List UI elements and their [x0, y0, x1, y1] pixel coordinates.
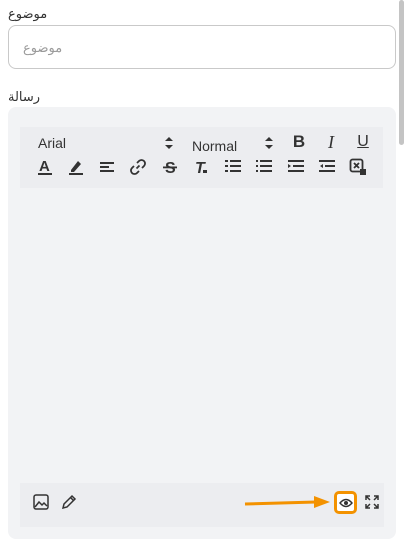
font-size-select[interactable]: Normal [192, 136, 274, 156]
strikethrough-icon: S [163, 160, 177, 176]
ordered-list-button[interactable] [222, 156, 244, 178]
editor-footer [20, 483, 384, 527]
indent-icon [288, 160, 304, 172]
link-button[interactable] [127, 156, 149, 178]
clear-format-button[interactable]: T [190, 156, 212, 178]
highlight-button[interactable] [65, 156, 87, 178]
editor-toolbar: Arial Normal B I U A T [20, 127, 383, 188]
bullet-list-button[interactable] [253, 156, 275, 178]
fullscreen-button[interactable] [361, 491, 383, 513]
font-family-value: Arial [38, 135, 67, 151]
clear-format-icon: T [195, 160, 207, 176]
outdent-icon [319, 160, 335, 172]
subject-label: موضوع [8, 6, 48, 21]
underline-button[interactable]: U [352, 131, 374, 153]
bullet-list-icon [256, 160, 272, 172]
highlight-icon [69, 161, 83, 175]
svg-text:A: A [39, 158, 50, 175]
subject-input[interactable] [8, 25, 396, 69]
select-arrows-icon [265, 137, 273, 149]
signature-button[interactable] [58, 491, 80, 513]
message-label: رسالة [8, 89, 41, 104]
insert-image-button[interactable] [30, 491, 52, 513]
align-icon [100, 162, 114, 172]
eye-icon [338, 498, 353, 507]
link-icon [130, 159, 146, 175]
bold-button[interactable]: B [288, 131, 310, 153]
fullscreen-icon [365, 495, 379, 509]
outdent-button[interactable] [316, 156, 338, 178]
preview-button[interactable] [334, 491, 357, 514]
bold-icon: B [292, 132, 306, 151]
pencil-icon [61, 494, 77, 510]
italic-icon: I [328, 131, 334, 152]
underline-icon: U [357, 133, 369, 150]
select-arrows-icon [165, 137, 173, 149]
image-icon [33, 494, 49, 510]
text-color-icon: A [38, 158, 52, 175]
font-family-select[interactable]: Arial [38, 133, 173, 153]
text-color-button[interactable]: A [34, 156, 56, 178]
clean-button[interactable] [347, 156, 369, 178]
indent-button[interactable] [285, 156, 307, 178]
ordered-list-icon [225, 160, 241, 172]
editor-content-area[interactable] [20, 193, 384, 477]
message-editor: Arial Normal B I U A T [8, 107, 396, 539]
svg-text:T: T [195, 160, 206, 176]
annotation-arrow-icon [244, 496, 330, 508]
strikethrough-button[interactable]: S [159, 156, 181, 178]
font-size-value: Normal [192, 138, 238, 154]
scrollbar-thumb[interactable] [399, 0, 404, 145]
italic-button[interactable]: I [320, 131, 342, 153]
clean-icon [349, 158, 366, 175]
align-button[interactable] [96, 156, 118, 178]
